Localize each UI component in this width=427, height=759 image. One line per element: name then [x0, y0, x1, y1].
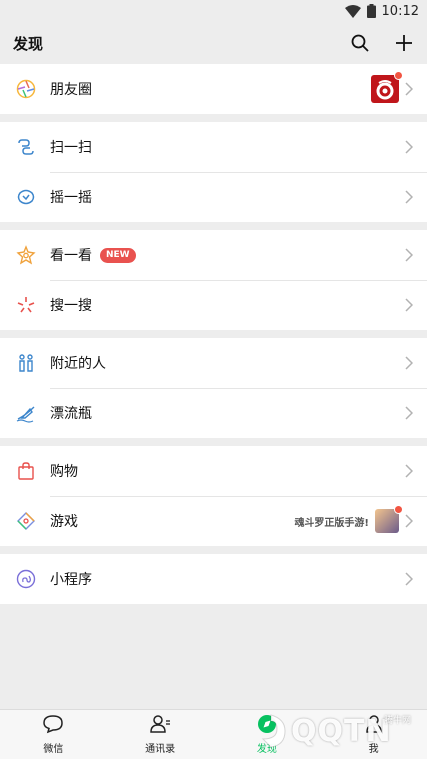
- tab-label: 发现: [256, 744, 277, 755]
- menu-item-label: 搜一搜: [50, 298, 92, 314]
- menu-item-moments[interactable]: 朋友圈: [0, 64, 427, 114]
- tab-chats[interactable]: 微信: [0, 710, 107, 759]
- row-right: 魂斗罗正版手游!: [294, 505, 413, 533]
- group-look-search: 看一看 NEW 搜一搜: [0, 230, 427, 330]
- menu-item-shake[interactable]: 摇一摇: [0, 172, 427, 222]
- drift-bottle-icon: [16, 403, 36, 423]
- chevron-right-icon: [405, 356, 413, 370]
- group-shop-games: 购物 游戏 魂斗罗正版手游!: [0, 446, 427, 546]
- menu-item-label: 游戏: [50, 514, 78, 530]
- mini-programs-icon: [16, 569, 36, 589]
- menu-item-top-stories[interactable]: 看一看 NEW: [0, 230, 427, 280]
- tab-me[interactable]: 我: [320, 710, 427, 759]
- menu-item-scan[interactable]: 扫一扫: [0, 122, 427, 172]
- top-stories-icon: [16, 245, 36, 265]
- chevron-right-icon: [405, 298, 413, 312]
- tab-label: 我: [368, 744, 379, 755]
- header: 发现: [0, 22, 427, 64]
- moments-thumbnail: [371, 71, 403, 103]
- status-bar: 10:12: [0, 0, 427, 22]
- status-time: 10:12: [381, 3, 419, 19]
- shopping-bag-icon: [16, 461, 36, 481]
- menu-item-people-nearby[interactable]: 附近的人: [0, 338, 427, 388]
- top-stories-label: 看一看: [50, 248, 92, 264]
- menu-item-label: 漂流瓶: [50, 406, 92, 422]
- chevron-right-icon: [405, 514, 413, 528]
- menu-item-drift-bottle[interactable]: 漂流瓶: [0, 388, 427, 438]
- page-title: 发现: [13, 34, 44, 53]
- tab-contacts[interactable]: 通讯录: [107, 710, 214, 759]
- tab-label: 微信: [43, 744, 64, 755]
- menu-item-label: 扫一扫: [50, 140, 92, 156]
- moments-icon: [16, 79, 36, 99]
- battery-icon: [366, 4, 376, 18]
- group-nearby-bottle: 附近的人 漂流瓶: [0, 338, 427, 438]
- menu-item-games[interactable]: 游戏 魂斗罗正版手游!: [0, 496, 427, 546]
- person-icon: [363, 714, 385, 737]
- people-nearby-icon: [16, 353, 36, 373]
- header-actions: [351, 34, 413, 52]
- chat-bubble-icon: [42, 714, 64, 737]
- new-badge: NEW: [100, 247, 136, 263]
- menu-item-mini-programs[interactable]: 小程序: [0, 554, 427, 604]
- menu-item-search[interactable]: 搜一搜: [0, 280, 427, 330]
- tab-label: 通讯录: [145, 744, 176, 755]
- chevron-right-icon: [405, 406, 413, 420]
- menu-item-label: 看一看 NEW: [50, 245, 405, 265]
- menu-item-label: 朋友圈: [50, 82, 92, 98]
- tab-discover[interactable]: 发现: [214, 710, 321, 759]
- shake-icon: [16, 187, 36, 207]
- bottom-tab-bar: 微信 通讯录 发现 我: [0, 709, 427, 759]
- menu-item-shopping[interactable]: 购物: [0, 446, 427, 496]
- compass-icon: [256, 714, 278, 737]
- menu-item-label: 小程序: [50, 572, 92, 588]
- chevron-right-icon: [405, 140, 413, 154]
- games-promo-text: 魂斗罗正版手游!: [294, 517, 369, 529]
- games-thumbnail: [375, 505, 403, 533]
- chevron-right-icon: [405, 464, 413, 478]
- chevron-right-icon: [405, 572, 413, 586]
- scan-icon: [16, 137, 36, 157]
- search-spark-icon: [16, 295, 36, 315]
- row-right: [371, 71, 413, 103]
- menu-item-label: 购物: [50, 464, 78, 480]
- group-scan-shake: 扫一扫 摇一摇: [0, 122, 427, 222]
- wifi-icon: [344, 4, 361, 18]
- games-icon: [16, 511, 36, 531]
- group-moments: 朋友圈: [0, 64, 427, 114]
- menu-item-label: 摇一摇: [50, 190, 92, 206]
- chevron-right-icon: [405, 190, 413, 204]
- add-icon[interactable]: [395, 34, 413, 52]
- menu-item-label: 附近的人: [50, 356, 106, 372]
- notification-dot: [394, 71, 403, 80]
- group-mini-programs: 小程序: [0, 554, 427, 604]
- notification-dot: [394, 505, 403, 514]
- chevron-right-icon: [405, 82, 413, 96]
- contacts-icon: [149, 714, 171, 737]
- chevron-right-icon: [405, 248, 413, 262]
- search-icon[interactable]: [351, 34, 369, 52]
